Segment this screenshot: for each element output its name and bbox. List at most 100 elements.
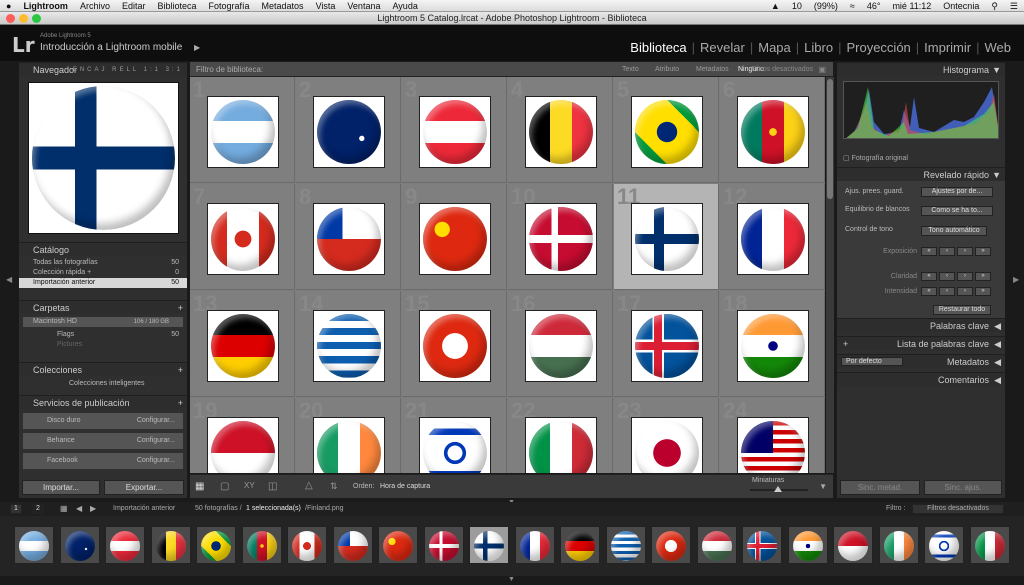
collapse-icon[interactable]: ▼ [992,168,1001,182]
exposure-inc-2[interactable]: » [975,247,991,256]
clarity-dec-1[interactable]: ‹ [939,272,955,281]
add-folder-icon[interactable]: + [178,301,183,315]
metadata-header[interactable]: Por defecto Metadatos ◀ [837,354,1005,368]
filmstrip-thumb-ireland[interactable] [878,526,919,564]
catalog-all-photos[interactable]: Todas las fotografías 50 [19,258,187,268]
left-panel-toggle-icon[interactable]: ◀ [6,275,12,284]
navigator-preview[interactable] [28,82,179,234]
filmstrip-thumb-iceland[interactable] [742,526,782,564]
grid-cell-israel[interactable]: 21 [402,398,507,473]
thumbnail[interactable] [313,203,385,275]
module-imprimir[interactable]: Imprimir [919,40,976,55]
wifi-icon[interactable]: ≈ [844,0,861,12]
expand-icon[interactable]: ◀ [994,319,1001,333]
module-libro[interactable]: Libro [799,40,838,55]
grid-cell-hong-kong[interactable]: 15 [402,291,507,397]
clarity-dec-2[interactable]: « [921,272,937,281]
exposure-dec-2[interactable]: « [921,247,937,256]
module-revelar[interactable]: Revelar [695,40,750,55]
clock[interactable]: mié 11:12 [886,0,937,12]
grid-view-icon[interactable]: ▦ [195,481,204,492]
service-facebook[interactable]: Facebook Configurar... [23,453,183,469]
grid-scrollbar[interactable] [826,77,834,473]
thumbnail[interactable] [737,310,809,382]
survey-view-icon[interactable]: ◫ [268,481,277,492]
histogram-header[interactable]: Histograma ▼ [837,62,1005,76]
filmstrip-thumb-italy[interactable] [969,526,1010,564]
grid-cell-hungary[interactable]: 16 [508,291,613,397]
comments-header[interactable]: Comentarios ◀ [837,372,1005,386]
nav-mode-3-1[interactable]: 3:1 [166,67,183,73]
list-icon[interactable]: ☰ [1004,0,1024,12]
filmstrip-thumb-denmark[interactable] [423,526,464,564]
notification-icon[interactable]: ▲ [765,0,786,12]
battery-status[interactable]: (99%) [808,0,844,12]
app-menu[interactable]: Lightroom [17,0,74,12]
thumbnail[interactable] [419,417,491,473]
thumbnail[interactable] [525,203,597,275]
add-collection-icon[interactable]: + [178,363,183,377]
sort-order-select[interactable]: Hora de captura [380,483,430,490]
filmstrip-thumb-hong-kong[interactable] [651,526,691,564]
service-config[interactable]: Configurar... [137,413,175,429]
grid-cell-france[interactable]: 12 [720,184,825,290]
filmstrip-thumb-germany[interactable] [560,526,600,564]
filmstrip-thumb-australia[interactable] [59,526,100,564]
grid-cell-brazil[interactable]: 5 [614,77,719,183]
thumbnail[interactable] [207,417,279,473]
thumbnail[interactable] [313,310,385,382]
menu-fotografia[interactable]: Fotografía [203,0,256,12]
vibrance-dec-1[interactable]: ‹ [939,287,955,296]
scroll-thumb[interactable] [827,79,833,199]
folders-header[interactable]: Carpetas + [19,300,187,314]
import-button[interactable]: Importar... [22,480,100,495]
menu-ventana[interactable]: Ventana [341,0,386,12]
filter-tab-attribute[interactable]: Atributo [655,66,679,73]
right-panel-toggle-icon[interactable]: ▶ [1013,275,1019,284]
filmstrip-thumb-greece[interactable] [605,526,646,564]
metadata-preset-select[interactable]: Por defecto [841,357,903,366]
quick-develop-header[interactable]: Revelado rápido ▼ [837,167,1005,181]
grid-cell-canada[interactable]: 7 [190,184,295,290]
grid-cell-greece[interactable]: 14 [296,291,401,397]
collapse-filmstrip-icon[interactable]: ▼ [508,576,515,583]
sync-settings-button[interactable]: Sinc. ajus. [924,480,1002,495]
vibrance-inc-1[interactable]: › [957,287,973,296]
auto-tone-button[interactable]: Tono automático [921,226,987,236]
catalog-previous-import[interactable]: Importación anterior 50 [19,278,187,288]
filmstrip-thumb-france[interactable] [514,526,555,564]
toolbar-menu-icon[interactable]: ▼ [819,482,827,491]
filter-preset-select[interactable]: Filtros desactivados [912,504,1004,514]
folder-pictures[interactable]: Pictures [19,340,187,350]
folder-flags[interactable]: Flags 50 [19,330,187,340]
menu-vista[interactable]: Vista [310,0,342,12]
nav-mode-fill[interactable]: RELL [112,67,139,73]
service-behance[interactable]: Behance Configurar... [23,433,183,449]
grid-cell-belgium[interactable]: 4 [508,77,613,183]
filter-tab-text[interactable]: Texto [622,66,639,73]
grid-cell-malaysia[interactable]: 24 [720,398,825,473]
expand-icon[interactable]: ◀ [994,355,1001,369]
grid-cell-japan[interactable]: 23 [614,398,719,473]
module-biblioteca[interactable]: Biblioteca [625,40,691,55]
grid-cell-ireland[interactable]: 20 [296,398,401,473]
grid-cell-iceland[interactable]: 17 [614,291,719,397]
back-arrow-icon[interactable]: ◀ [76,504,82,513]
thumbnail[interactable] [207,203,279,275]
filter-tab-metadata[interactable]: Metadatos [696,66,729,73]
page-2-button[interactable]: 2 [32,504,44,514]
thumbnail[interactable] [313,417,385,473]
sort-direction-icon[interactable]: ⇅ [330,481,338,492]
filmstrip-thumb-canada[interactable] [287,526,327,564]
add-publish-icon[interactable]: + [178,396,183,410]
sync-metadata-button[interactable]: Sinc. metad. [840,480,920,495]
loupe-view-icon[interactable]: ▢ [220,481,229,492]
thumbnail[interactable] [207,96,279,168]
grid-cell-chile[interactable]: 8 [296,184,401,290]
filmstrip-thumb-finland[interactable] [469,526,509,564]
grid-cell-argentina[interactable]: 1 [190,77,295,183]
compare-view-icon[interactable]: XY [244,481,255,490]
filmstrip-thumb-belgium[interactable] [150,526,191,564]
thumbnail[interactable] [525,96,597,168]
publish-header[interactable]: Servicios de publicación + [19,395,187,409]
